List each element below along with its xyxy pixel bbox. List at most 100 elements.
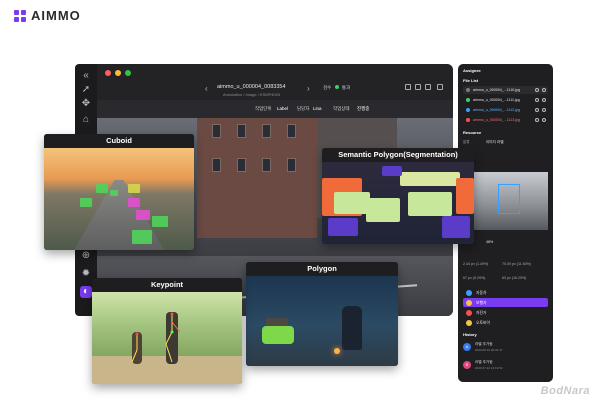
collapse-icon[interactable]: « <box>80 70 92 82</box>
delete-icon[interactable] <box>542 97 546 102</box>
delete-icon[interactable] <box>542 87 546 92</box>
file-status-dot <box>466 88 470 92</box>
class-color-icon <box>466 299 472 306</box>
stat-progress-value: 48% <box>486 240 494 244</box>
card-title: Semantic Polygon(Segmentation) <box>322 148 474 162</box>
file-name: aimmo_u_000004_...1113.jpg <box>473 117 521 122</box>
tag-icon[interactable]: ⌂ <box>80 114 92 126</box>
building-window <box>237 158 246 172</box>
card-title: Cuboid <box>44 134 194 148</box>
resource-title: Resource <box>463 130 482 135</box>
file-name: aimmo_u_000004_...1110.jpg <box>473 87 521 92</box>
exit-icon[interactable] <box>437 84 443 90</box>
polygon-car <box>262 326 294 344</box>
file-status-dot <box>466 118 470 122</box>
save-icon[interactable] <box>405 84 411 90</box>
file-status-dot <box>466 98 470 102</box>
semantic-card[interactable]: Semantic Polygon(Segmentation) <box>322 148 474 244</box>
label-mode-select[interactable]: Label <box>277 106 288 111</box>
class-item[interactable]: 자전거 <box>463 308 548 317</box>
preview-thumbnail[interactable] <box>474 172 548 230</box>
contrast-icon[interactable]: ◐ <box>80 286 92 298</box>
watermark: BodNara <box>540 385 590 397</box>
minimize-dot[interactable] <box>115 70 121 76</box>
next-file-icon[interactable]: › <box>307 84 310 93</box>
info-icon[interactable] <box>535 87 539 92</box>
roof-tent <box>266 318 288 326</box>
cuboid-box <box>132 230 152 244</box>
file-row[interactable]: aimmo_u_000004_...1112.jpg <box>463 106 548 114</box>
close-dot[interactable] <box>105 70 111 76</box>
segment-region <box>328 218 358 236</box>
segment-region <box>366 198 400 222</box>
history-item[interactable]: B 라벨 추가됨 2020.07.22 14:19:52 <box>463 360 548 374</box>
history-title: History <box>463 332 477 337</box>
segment-region <box>382 166 402 176</box>
polygon-card[interactable]: Polygon <box>246 262 398 366</box>
segment-region <box>400 172 460 186</box>
file-list-title: File List <box>463 78 479 83</box>
class-item-active[interactable]: 보행자 <box>463 298 548 307</box>
segment-region <box>334 192 370 214</box>
class-color-icon <box>466 309 472 316</box>
building-window <box>262 158 271 172</box>
class-item[interactable]: 자동차 <box>463 288 548 297</box>
prev-file-icon[interactable]: ‹ <box>205 84 208 93</box>
history-text: 라벨 추가됨 <box>475 360 493 364</box>
file-row[interactable]: aimmo_u_000004_...1111.jpg <box>463 96 548 104</box>
fullscreen-icon[interactable] <box>415 84 421 90</box>
delete-icon[interactable] <box>542 117 546 122</box>
segment-region <box>442 216 470 238</box>
cuboid-box <box>128 184 140 193</box>
review-status-caption: 검수 <box>323 85 332 90</box>
stat-value: 2.44 px (1.49%) <box>463 262 489 266</box>
class-label: 보행자 <box>476 300 487 305</box>
segmentation-image <box>322 162 474 244</box>
class-color-icon <box>466 289 472 296</box>
class-label: 자전거 <box>476 310 487 315</box>
file-subtitle: Annotation / Image / KSMP4003 <box>223 92 281 97</box>
cuboid-box <box>136 210 150 220</box>
stat-value: 67 px (9.29%) <box>463 276 486 280</box>
file-row[interactable]: aimmo_u_000004_...1113.jpg <box>463 116 548 124</box>
night-car-image <box>246 276 398 366</box>
status-dot <box>334 85 339 89</box>
history-item[interactable]: A 라벨 추가됨 2020.08.12 20:34:47 <box>463 342 548 356</box>
worker-select[interactable]: Lina <box>313 106 322 111</box>
stat-value: 63 px (16.29%) <box>502 276 527 280</box>
move-icon[interactable]: ✥ <box>80 98 92 110</box>
building-window <box>237 124 246 138</box>
brightness-icon[interactable]: ✹ <box>80 268 92 280</box>
editor-titlebar: ‹ aimmo_u_000004_0083354 Annotation / Im… <box>97 64 453 100</box>
info-icon[interactable] <box>535 97 539 102</box>
editor-subbar: 작업단위 Label 담당자 Lina 작업상태 진행중 <box>97 100 453 118</box>
keypoint-card[interactable]: Keypoint <box>92 278 242 384</box>
maximize-dot[interactable] <box>125 70 131 76</box>
resource-value: 이미지 라벨 <box>486 140 504 144</box>
class-item[interactable]: 오토바이 <box>463 318 548 327</box>
cuboid-card[interactable]: Cuboid <box>44 134 194 250</box>
label-mode-caption: 작업단위 <box>255 106 272 111</box>
avatar: B <box>463 361 471 369</box>
segment-region <box>408 192 452 216</box>
cuboid-box <box>128 198 140 207</box>
card-title: Polygon <box>246 262 398 276</box>
resource-label: 분류 <box>463 140 470 144</box>
delete-icon[interactable] <box>542 107 546 112</box>
file-row[interactable]: aimmo_u_000004_...1110.jpg <box>463 86 548 94</box>
info-icon[interactable] <box>535 107 539 112</box>
window-controls <box>105 70 131 76</box>
aimmo-logo-icon <box>14 9 26 22</box>
progress-status: 진행중 <box>357 106 370 111</box>
settings-icon[interactable] <box>425 84 431 90</box>
zoom-icon[interactable]: ⊕ <box>80 250 92 262</box>
cuboid-box <box>152 216 168 227</box>
building-window <box>212 158 221 172</box>
avatar: A <box>463 343 471 351</box>
pointer-icon[interactable]: ➚ <box>80 84 92 96</box>
class-label: 자동차 <box>476 290 487 295</box>
cuboid-box <box>110 190 118 196</box>
rock-formation <box>342 306 362 350</box>
progress-caption: 작업상태 <box>333 106 350 111</box>
info-icon[interactable] <box>535 117 539 122</box>
